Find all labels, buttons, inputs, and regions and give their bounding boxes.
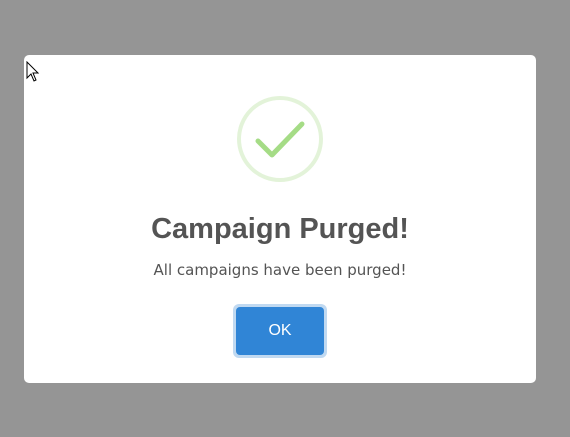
- dialog-title: Campaign Purged!: [151, 213, 409, 245]
- alert-dialog: Campaign Purged! All campaigns have been…: [24, 55, 536, 383]
- success-check-icon: [237, 96, 323, 182]
- dialog-message: All campaigns have been purged!: [153, 261, 407, 279]
- ok-button[interactable]: OK: [236, 307, 324, 355]
- mouse-cursor-icon: [26, 61, 40, 82]
- ok-button-focus-ring: OK: [233, 304, 327, 358]
